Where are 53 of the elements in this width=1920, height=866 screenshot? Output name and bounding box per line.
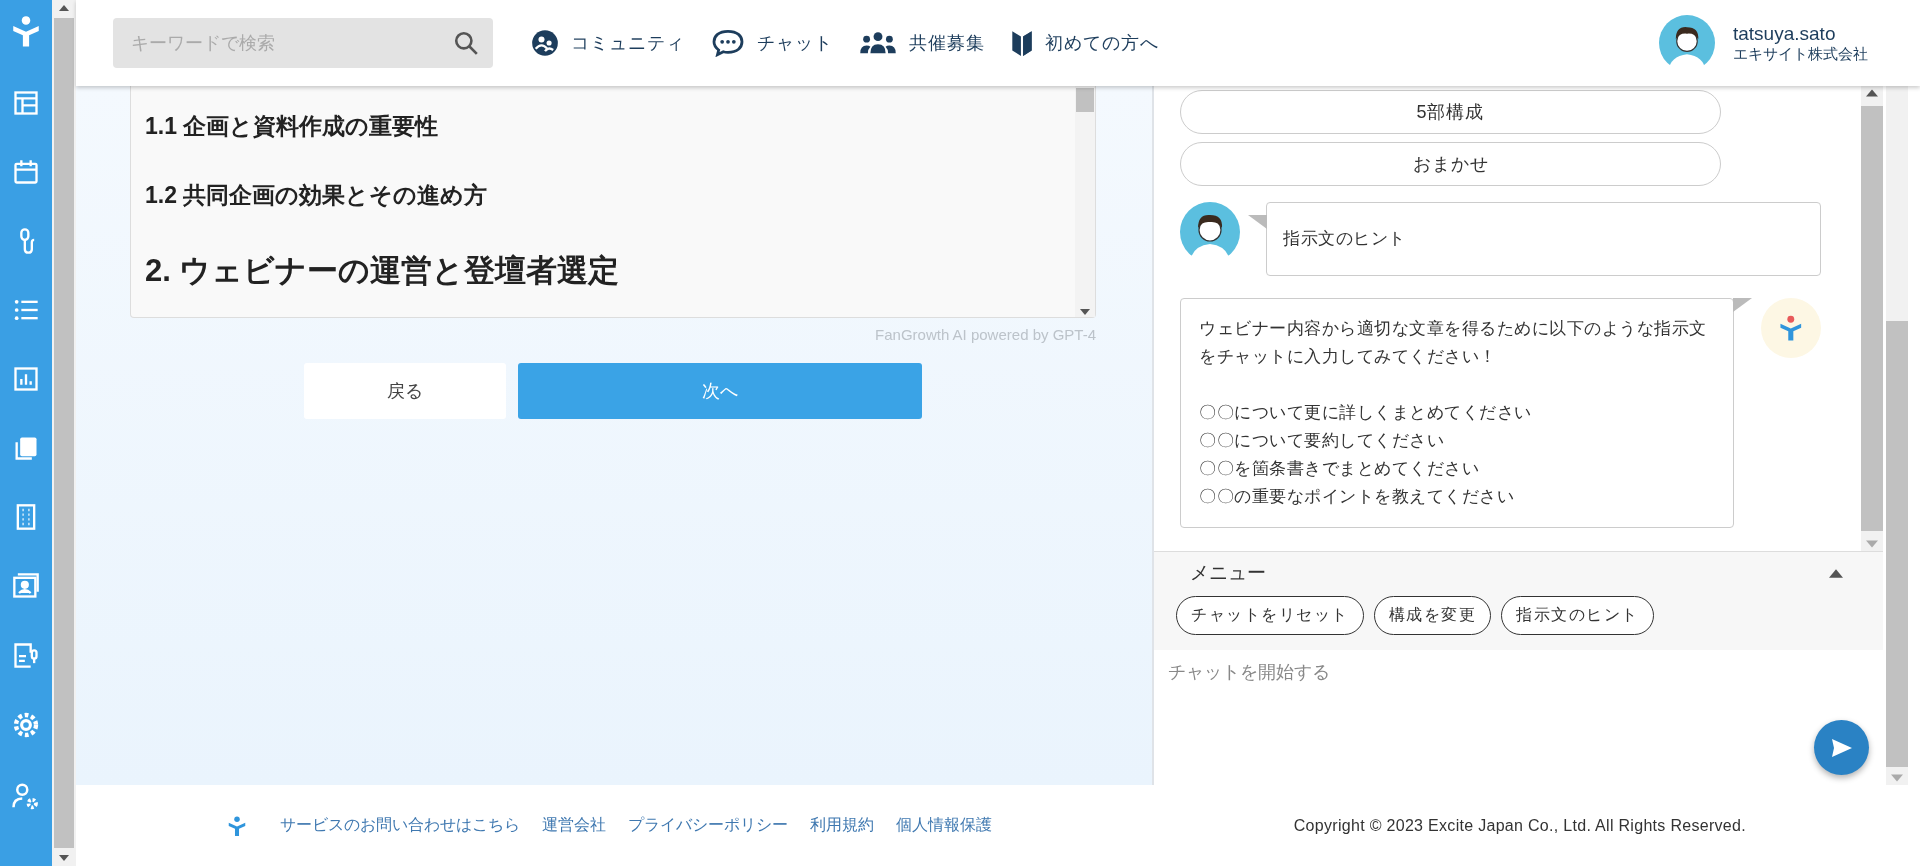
scrollbar[interactable] [1075, 86, 1095, 317]
nav-link[interactable]: 共催募集 [859, 30, 985, 56]
send-button[interactable] [1814, 720, 1869, 775]
subsection-heading: 1.1 企画と資料作成の重要性 [145, 112, 440, 142]
scroll-down-arrow-icon[interactable] [1080, 309, 1090, 315]
id-card-icon[interactable] [12, 572, 40, 600]
calendar-icon[interactable] [12, 158, 40, 186]
document-mic-icon[interactable] [12, 641, 40, 669]
search-field[interactable]: キーワードで検索 [113, 18, 493, 68]
scrollbar-thumb[interactable] [1076, 88, 1094, 112]
nav-link[interactable]: コミュニティ [531, 29, 685, 57]
message-text: 指示文のヒント [1283, 228, 1407, 250]
avatar-icon[interactable] [1659, 15, 1715, 71]
avatar-icon [1180, 202, 1240, 262]
footer-link[interactable]: 運営会社 [542, 815, 606, 836]
section-heading: 2. ウェビナーの運営と登壇者選定 [145, 251, 621, 290]
bot-avatar-icon [1761, 298, 1821, 358]
scrollbar[interactable] [1886, 86, 1908, 785]
settings-icon[interactable] [11, 710, 41, 740]
company-name: エキサイト株式会社 [1733, 44, 1868, 64]
search-icon[interactable] [453, 30, 479, 56]
user-settings-icon[interactable] [11, 781, 41, 811]
menu-chip[interactable]: チャットをリセット [1176, 596, 1364, 635]
copyright-text: Copyright © 2023 Excite Japan Co., Ltd. All Rights Reserved. [1293, 816, 1746, 835]
footer-link[interactable]: 利用規約 [810, 815, 874, 836]
menu-chip[interactable]: 指示文のヒント [1501, 596, 1654, 635]
option-button[interactable]: おまかせ [1180, 142, 1721, 186]
scrollbar[interactable] [52, 0, 76, 866]
menu-chip[interactable]: 構成を変更 [1373, 596, 1491, 635]
footer-link[interactable]: プライバシーポリシー [628, 815, 788, 836]
footer-link[interactable]: サービスのお問い合わせはこちら [280, 815, 520, 836]
message-text: 〇〇について要約してください [1199, 430, 1445, 452]
chat-bubble-icon [711, 29, 745, 57]
nav-link[interactable]: 初めての方へ [1011, 29, 1159, 57]
message-text: 〇〇の重要なポイントを教えてください [1199, 486, 1515, 508]
nav-link[interactable]: チャット [711, 29, 833, 57]
message-text: 〇〇を箇条書きでまとめてください [1199, 458, 1480, 480]
group-icon [859, 30, 897, 56]
option-button[interactable]: 5部構成 [1180, 90, 1721, 134]
people-circle-icon [531, 29, 559, 57]
back-button[interactable]: 戻る [304, 363, 506, 419]
bar-chart-icon[interactable] [12, 365, 40, 393]
scrollbar[interactable] [1861, 86, 1883, 551]
layout-icon[interactable] [12, 89, 40, 117]
message-text: 〇〇について更に詳しくまとめてください [1199, 402, 1533, 424]
user-name: tatsuya.sato [1733, 22, 1837, 45]
logo-icon[interactable] [226, 814, 248, 837]
menu-title: メニュー [1190, 561, 1266, 585]
subsection-heading: 1.2 共同企画の効果とその進め方 [145, 181, 489, 211]
leaf-mark-icon [1011, 29, 1033, 57]
footer-link[interactable]: 個人情報保護 [896, 815, 992, 836]
caret-icon[interactable] [1829, 568, 1843, 578]
message-text: ウェビナー内容から適切な文章を得るために以下のような指示文をチャットに入力してみてください！ [1199, 318, 1708, 368]
